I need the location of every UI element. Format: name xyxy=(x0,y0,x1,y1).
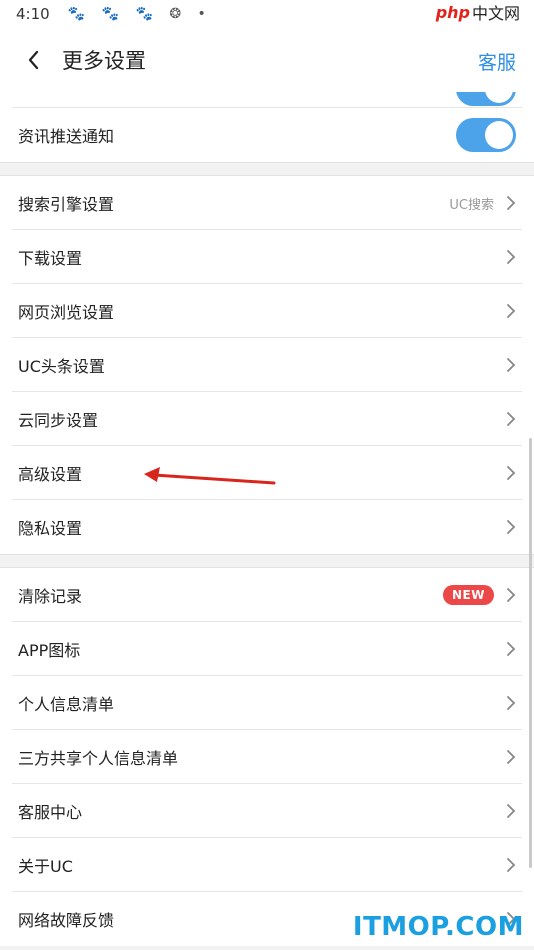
settings-item-label: APP图标 xyxy=(18,641,81,660)
notification-icons: 🐾 🐾 🐾 ❂ • xyxy=(68,6,212,22)
paw-icon: 🐾 xyxy=(135,6,159,22)
settings-item-clear-history[interactable]: 清除记录 NEW xyxy=(0,568,534,622)
dot-icon: • xyxy=(197,6,212,22)
settings-item-label: 下载设置 xyxy=(18,249,83,268)
chevron-right-icon xyxy=(506,641,516,657)
status-time: 4:10 xyxy=(16,5,50,23)
scrollbar[interactable] xyxy=(529,438,532,868)
settings-item-label: 资讯推送通知 xyxy=(18,127,115,146)
settings-item-label: 云同步设置 xyxy=(18,411,99,430)
customer-service-link[interactable]: 客服 xyxy=(478,48,516,75)
toggle-switch[interactable] xyxy=(456,92,516,106)
settings-item-label: 客服中心 xyxy=(18,803,83,822)
settings-item-label: 高级设置 xyxy=(18,465,83,484)
settings-group-other: 清除记录 NEW APP图标 个人信息清单 三方共享个人信息清单 客服中心 关于… xyxy=(0,568,534,946)
aperture-icon: ❂ xyxy=(169,6,188,22)
watermark-bottom: ITMOP.COM xyxy=(352,912,524,942)
settings-item-help-center[interactable]: 客服中心 xyxy=(0,784,534,838)
watermark-cn: 中文网 xyxy=(471,4,520,23)
settings-group-notifications: 资讯推送通知 xyxy=(0,92,534,162)
settings-item-label: 三方共享个人信息清单 xyxy=(18,749,179,768)
chevron-right-icon xyxy=(506,249,516,265)
watermark-php: php xyxy=(435,2,470,22)
settings-item-app-icon[interactable]: APP图标 xyxy=(0,622,534,676)
settings-item-value: UC搜索 xyxy=(449,197,494,213)
news-push-toggle[interactable] xyxy=(456,118,516,152)
new-badge: NEW xyxy=(443,585,494,605)
settings-item-label: 清除记录 xyxy=(18,587,83,606)
settings-item-privacy[interactable]: 隐私设置 xyxy=(0,500,534,554)
settings-item-label: 搜索引擎设置 xyxy=(18,195,115,214)
chevron-right-icon xyxy=(506,857,516,873)
settings-item-uc-headlines[interactable]: UC头条设置 xyxy=(0,338,534,392)
title-bar: 更多设置 客服 xyxy=(0,28,534,92)
settings-item-label: 关于UC xyxy=(18,857,73,876)
group-divider xyxy=(0,162,534,176)
toggle-knob xyxy=(485,121,513,149)
settings-item-label: 网络故障反馈 xyxy=(18,911,115,930)
settings-item-news-push[interactable]: 资讯推送通知 xyxy=(0,108,534,162)
chevron-right-icon xyxy=(506,303,516,319)
back-icon[interactable] xyxy=(22,49,44,71)
chevron-right-icon xyxy=(506,695,516,711)
paw-icon: 🐾 xyxy=(67,6,92,22)
settings-item-third-party-info[interactable]: 三方共享个人信息清单 xyxy=(0,730,534,784)
settings-item-about[interactable]: 关于UC xyxy=(0,838,534,892)
chevron-right-icon xyxy=(506,519,516,535)
settings-group-browser: 搜索引擎设置 UC搜索 下载设置 网页浏览设置 UC头条设置 云同步设置 高级设… xyxy=(0,176,534,554)
settings-item-label: 隐私设置 xyxy=(18,519,83,538)
settings-item-download[interactable]: 下载设置 xyxy=(0,230,534,284)
toggle-knob xyxy=(485,92,513,103)
settings-item-label: UC头条设置 xyxy=(18,357,105,376)
settings-item-cloud-sync[interactable]: 云同步设置 xyxy=(0,392,534,446)
watermark-top: php 中文网 xyxy=(436,0,520,24)
paw-icon: 🐾 xyxy=(101,6,126,22)
chevron-right-icon xyxy=(506,803,516,819)
settings-item-personal-info[interactable]: 个人信息清单 xyxy=(0,676,534,730)
settings-item-web-browsing[interactable]: 网页浏览设置 xyxy=(0,284,534,338)
chevron-right-icon xyxy=(506,465,516,481)
chevron-right-icon xyxy=(506,587,516,603)
list-item-partial[interactable] xyxy=(0,92,534,108)
settings-item-label: 个人信息清单 xyxy=(18,695,115,714)
settings-item-advanced[interactable]: 高级设置 xyxy=(0,446,534,500)
page-title: 更多设置 xyxy=(62,49,146,73)
chevron-right-icon xyxy=(506,411,516,427)
settings-item-search-engine[interactable]: 搜索引擎设置 UC搜索 xyxy=(0,176,534,230)
chevron-right-icon xyxy=(506,195,516,211)
group-divider xyxy=(0,554,534,568)
settings-list: 资讯推送通知 搜索引擎设置 UC搜索 下载设置 网页浏览设置 UC头条设置 云同… xyxy=(0,92,534,946)
chevron-right-icon xyxy=(506,357,516,373)
chevron-right-icon xyxy=(506,749,516,765)
settings-item-label: 网页浏览设置 xyxy=(18,303,115,322)
